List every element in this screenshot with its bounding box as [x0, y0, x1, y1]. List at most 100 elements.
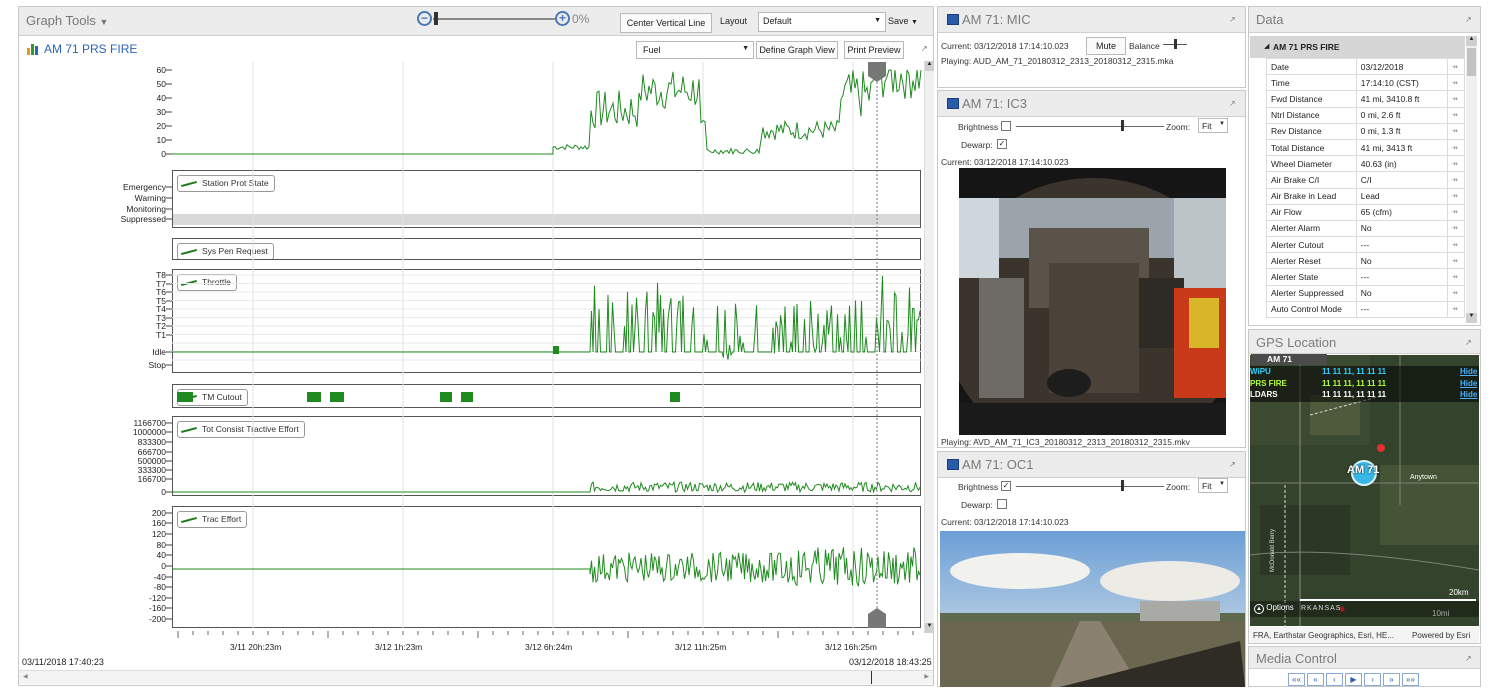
scroll-left-arrow-icon[interactable]: ◀ [23, 673, 28, 680]
data-row[interactable]: Alerter Alarm No ⇸ [1266, 219, 1465, 238]
zoom-out-icon[interactable]: − [417, 11, 432, 26]
ic3-zoom-select[interactable]: Fit ▼ [1198, 118, 1228, 133]
gps-hide-link[interactable]: Hide [1460, 379, 1480, 389]
scroll-up-arrow-icon[interactable]: ▲ [925, 61, 934, 71]
graph-strip-throttle[interactable]: Throttle [172, 269, 921, 373]
play-icon[interactable]: ▶ [1345, 673, 1362, 686]
graph-hscrollbar[interactable]: ◀ ▶ [19, 670, 933, 684]
graph-strip-tm-cutout[interactable]: TM Cutout [172, 384, 921, 408]
data-row[interactable]: Alerter Cutout --- ⇸ [1266, 236, 1465, 254]
data-row[interactable]: Alerter State --- ⇸ [1266, 268, 1465, 286]
pin-icon[interactable]: ⇸ [1447, 236, 1465, 254]
oc1-zoom-select[interactable]: Fit ▼ [1198, 478, 1228, 493]
collapse-arrow-icon[interactable]: ◢ [1264, 42, 1269, 50]
center-vertical-line-button[interactable]: Center Vertical Line [620, 13, 712, 33]
pin-icon[interactable]: ↗ [1229, 460, 1236, 469]
print-preview-button[interactable]: Print Preview [844, 41, 904, 59]
oc1-dewarp-checkbox[interactable] [997, 499, 1007, 509]
pin-icon[interactable]: ⇸ [1447, 219, 1465, 238]
zoom-in-icon[interactable]: + [555, 11, 570, 26]
data-vscrollbar[interactable]: ▲ ▼ [1466, 36, 1477, 323]
zoom-slider-thumb[interactable] [434, 12, 438, 25]
strip-label-sys-pen[interactable]: Sys Pen Request [177, 243, 274, 259]
data-row[interactable]: Wheel Diameter 40.63 (in) ⇸ [1266, 155, 1465, 173]
options-button[interactable]: ▲ Options [1254, 603, 1294, 614]
gps-hide-link[interactable]: Hide [1460, 367, 1480, 377]
pin-icon[interactable]: ⇸ [1447, 171, 1465, 189]
graph-strip-sys-pen[interactable]: Sys Pen Request [172, 238, 921, 260]
pin-icon[interactable]: ⇸ [1447, 122, 1465, 140]
forward-icon[interactable]: » [1383, 673, 1400, 686]
pin-icon[interactable]: ⇸ [1447, 187, 1465, 205]
pin-icon[interactable]: ↗ [921, 44, 928, 53]
data-row[interactable]: Ntrl Distance 0 mi, 2.6 ft ⇸ [1266, 106, 1465, 124]
pin-icon[interactable]: ↗ [1229, 15, 1236, 24]
data-row[interactable]: Date 03/12/2018 ⇸ [1266, 58, 1465, 76]
oc1-brightness-checkbox[interactable]: ✓ [1001, 481, 1011, 491]
data-row[interactable]: Time 17:14:10 (CST) ⇸ [1266, 74, 1465, 92]
graph-strip-trac-effort[interactable]: Trac Effort [172, 506, 921, 628]
graph-strip-station-prot[interactable]: Station Prot State [172, 170, 921, 228]
pin-icon[interactable]: ⇸ [1447, 74, 1465, 92]
save-menu[interactable]: Save ▼ [888, 16, 918, 26]
pin-icon[interactable]: ⇸ [1447, 300, 1465, 319]
oc1-brightness-thumb[interactable] [1121, 480, 1124, 491]
ic3-brightness-checkbox[interactable] [1001, 121, 1011, 131]
pin-icon[interactable]: ⇸ [1447, 106, 1465, 124]
pin-icon[interactable]: ⇸ [1447, 90, 1465, 108]
pin-icon[interactable]: ↗ [1465, 338, 1472, 347]
ic3-brightness-slider[interactable] [1016, 126, 1164, 127]
graph-strip-fuel[interactable] [172, 62, 921, 158]
zoom-slider[interactable] [433, 18, 555, 20]
pin-icon[interactable]: ⇸ [1447, 58, 1465, 76]
data-row[interactable]: Total Distance 41 mi, 3413 ft ⇸ [1266, 138, 1465, 157]
data-row[interactable]: Alerter Reset No ⇸ [1266, 252, 1465, 270]
layout-select[interactable]: Default ▼ [758, 12, 886, 32]
strip-label-throttle[interactable]: Throttle [177, 274, 237, 291]
pin-icon[interactable]: ⇸ [1447, 203, 1465, 221]
ic3-video[interactable] [959, 168, 1226, 435]
data-row[interactable]: Rev Distance 0 mi, 1.3 ft ⇸ [1266, 122, 1465, 140]
oc1-video[interactable] [940, 531, 1245, 687]
fast-rewind-icon[interactable]: «« [1288, 673, 1305, 686]
data-row[interactable]: Alerter Suppressed No ⇸ [1266, 284, 1465, 302]
graph-vscrollbar[interactable]: ▲ ▼ [924, 61, 934, 633]
scroll-up-arrow-icon[interactable]: ▲ [1466, 36, 1477, 46]
pin-icon[interactable]: ⇸ [1447, 138, 1465, 157]
data-row[interactable]: Air Brake C/I C/I ⇸ [1266, 171, 1465, 189]
data-group-header[interactable]: ◢ AM 71 PRS FIRE [1250, 36, 1465, 58]
step-forward-icon[interactable]: › [1364, 673, 1381, 686]
pin-icon[interactable]: ⇸ [1447, 268, 1465, 286]
balance-slider-thumb[interactable] [1174, 39, 1177, 49]
gps-hide-link[interactable]: Hide [1460, 390, 1480, 400]
graph-strip-tot-tractive[interactable]: Tot Consist Tractive Effort [172, 416, 921, 496]
pin-icon[interactable]: ⇸ [1447, 284, 1465, 302]
strip-label-station-prot[interactable]: Station Prot State [177, 175, 275, 192]
scroll-down-arrow-icon[interactable]: ▼ [1466, 313, 1477, 323]
fast-forward-icon[interactable]: »» [1402, 673, 1419, 686]
step-back-icon[interactable]: ‹ [1326, 673, 1343, 686]
pin-icon[interactable]: ↗ [1465, 15, 1472, 24]
graph-tools-menu[interactable]: Graph Tools ▼ [26, 13, 108, 28]
ic3-brightness-thumb[interactable] [1121, 120, 1124, 131]
strip-label-tm-cutout[interactable]: TM Cutout [177, 389, 248, 406]
ic3-dewarp-checkbox[interactable]: ✓ [997, 139, 1007, 149]
scroll-down-arrow-icon[interactable]: ▼ [925, 623, 934, 633]
rewind-icon[interactable]: « [1307, 673, 1324, 686]
scroll-position-marker[interactable] [871, 671, 872, 684]
strip-label-trac-effort[interactable]: Trac Effort [177, 511, 248, 528]
pin-icon[interactable]: ⇸ [1447, 252, 1465, 270]
data-row[interactable]: Air Brake in Lead Lead ⇸ [1266, 187, 1465, 205]
data-row[interactable]: Fwd Distance 41 mi, 3410.8 ft ⇸ [1266, 90, 1465, 108]
scroll-right-arrow-icon[interactable]: ▶ [924, 673, 929, 680]
mute-button[interactable]: Mute [1086, 37, 1126, 55]
data-row[interactable]: Auto Control Mode --- ⇸ [1266, 300, 1465, 319]
data-row[interactable]: Air Flow 65 (cfm) ⇸ [1266, 203, 1465, 221]
pin-icon[interactable]: ↗ [1465, 654, 1472, 663]
data-scroll-thumb[interactable] [1467, 48, 1476, 76]
gps-powered-by[interactable]: Powered by Esri [1412, 631, 1470, 640]
pin-icon[interactable]: ↗ [1229, 99, 1236, 108]
define-graph-view-button[interactable]: Define Graph View [756, 41, 838, 59]
oc1-brightness-slider[interactable] [1016, 486, 1164, 487]
pin-icon[interactable]: ⇸ [1447, 155, 1465, 173]
